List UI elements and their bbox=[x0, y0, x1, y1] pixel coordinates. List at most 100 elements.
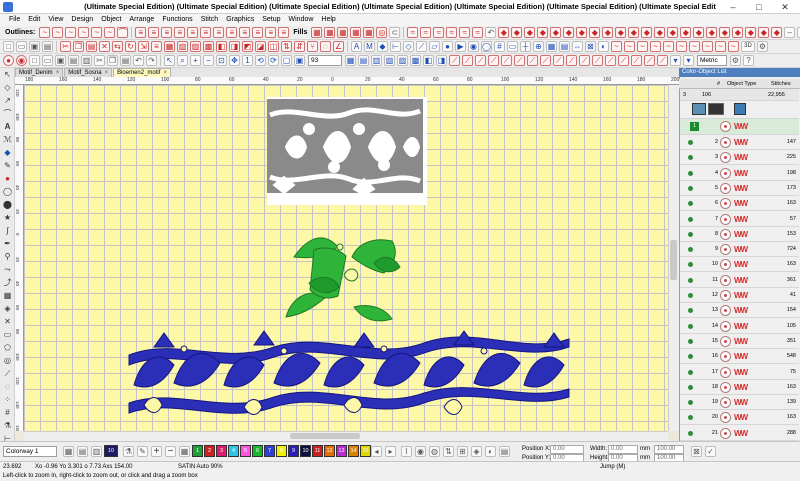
proportional-lock-icon[interactable]: ⊠ bbox=[691, 446, 702, 457]
undo-icon[interactable]: ↶ bbox=[133, 55, 144, 66]
node-select-icon[interactable]: ↗ bbox=[2, 95, 13, 106]
color-swatch-4[interactable]: 4 bbox=[228, 445, 239, 457]
applique-c-icon[interactable]: ◆ bbox=[524, 27, 536, 38]
node-edit-icon[interactable]: ◇ bbox=[403, 41, 414, 52]
weld-icon[interactable]: ◧ bbox=[216, 41, 227, 52]
stitch-tool-j-icon[interactable]: ~ bbox=[728, 41, 739, 52]
color-list-icon[interactable]: ▤ bbox=[77, 446, 88, 457]
close-tab-icon[interactable]: × bbox=[163, 69, 167, 77]
view-g-icon[interactable]: ◧ bbox=[423, 55, 434, 66]
color-swatch-11[interactable]: 11 bbox=[312, 445, 323, 457]
color-swatch-14[interactable]: 14 bbox=[348, 445, 359, 457]
open-doc-icon[interactable]: ▭ bbox=[42, 55, 53, 66]
object-row[interactable]: 20 WW 163 bbox=[680, 410, 799, 426]
color-picker-tool-icon[interactable]: ✎ bbox=[137, 446, 148, 457]
visibility-dot-icon[interactable] bbox=[688, 384, 693, 390]
color-swatch-13[interactable]: 13 bbox=[336, 445, 347, 457]
thread-b-icon[interactable]: ⟋ bbox=[462, 55, 473, 66]
applique-r-icon[interactable]: ◆ bbox=[719, 27, 731, 38]
knife-tool-icon[interactable]: ⟋ bbox=[2, 368, 13, 379]
ruler-icon[interactable]: ▭ bbox=[507, 41, 518, 52]
minimize-button[interactable]: – bbox=[720, 0, 746, 14]
guides-icon[interactable]: ┼ bbox=[520, 41, 531, 52]
mesh-icon[interactable]: # bbox=[2, 407, 13, 418]
visibility-dot-icon[interactable] bbox=[688, 155, 693, 161]
density-icon[interactable]: ▦ bbox=[546, 41, 557, 52]
menu-window[interactable]: Window bbox=[285, 14, 318, 26]
object-row[interactable]: 11 WW 361 bbox=[680, 273, 799, 288]
polygon-tool-icon[interactable]: ⬠ bbox=[2, 342, 13, 353]
menu-file[interactable]: File bbox=[5, 14, 24, 26]
undo-arrow-icon[interactable]: ↶ bbox=[485, 27, 497, 38]
visibility-dot-icon[interactable] bbox=[688, 231, 693, 237]
grid-icon[interactable]: # bbox=[494, 41, 505, 52]
delete-icon[interactable]: ✕ bbox=[99, 41, 110, 52]
object-row[interactable]: 18 WW 163 bbox=[680, 380, 799, 395]
fill-pattern-icon[interactable]: ▦ bbox=[337, 27, 349, 38]
applique-f-icon[interactable]: ◆ bbox=[563, 27, 575, 38]
close-tab-icon[interactable]: × bbox=[105, 69, 109, 77]
view-b-icon[interactable]: ▤ bbox=[358, 55, 369, 66]
menu-object[interactable]: Object bbox=[97, 14, 125, 26]
triple-stitch-icon[interactable]: ~ bbox=[52, 27, 64, 38]
fill-motif-icon[interactable]: ▦ bbox=[350, 27, 362, 38]
menu-functions[interactable]: Functions bbox=[158, 14, 196, 26]
position-x-field[interactable]: 0.00 bbox=[550, 445, 584, 454]
visibility-dot-icon[interactable] bbox=[688, 369, 693, 375]
object-row[interactable]: 13 WW 154 bbox=[680, 303, 799, 319]
underlay-icon[interactable]: ▤ bbox=[559, 41, 570, 52]
color-swatch-6[interactable]: 6 bbox=[252, 445, 263, 457]
visibility-dot-icon[interactable] bbox=[688, 338, 693, 344]
fill-cross-icon[interactable]: ▦ bbox=[363, 27, 375, 38]
combine-icon[interactable]: ▩ bbox=[203, 41, 214, 52]
fill-spiral-icon[interactable]: ≈ bbox=[446, 27, 458, 38]
stitch-tool-c-icon[interactable]: ~ bbox=[637, 41, 648, 52]
object-row[interactable]: 6 WW 163 bbox=[680, 196, 799, 212]
menu-graphics[interactable]: Graphics bbox=[222, 14, 258, 26]
cross-stitch-icon[interactable]: ✕ bbox=[2, 316, 13, 327]
color-picker-icon[interactable]: ● bbox=[442, 41, 453, 52]
window-min-icon[interactable]: – bbox=[784, 27, 796, 38]
ellipse-tool-icon[interactable]: ◯ bbox=[2, 186, 13, 197]
print-doc-icon[interactable]: ▤ bbox=[68, 55, 79, 66]
mirror-icon[interactable]: ⇆ bbox=[112, 41, 123, 52]
wilcom-logo-icon[interactable]: ● bbox=[3, 55, 14, 66]
eraser-icon[interactable]: ▱ bbox=[429, 41, 440, 52]
close-tab-icon[interactable]: × bbox=[56, 69, 60, 77]
color-wheel-icon[interactable]: ◍ bbox=[429, 446, 440, 457]
stitch-player-icon[interactable]: ▶ bbox=[455, 41, 466, 52]
paste-doc-icon[interactable]: ▤ bbox=[120, 55, 131, 66]
applique-s-icon[interactable]: ◆ bbox=[732, 27, 744, 38]
color-blend-icon[interactable]: ◐ bbox=[485, 446, 496, 457]
column-c-icon[interactable]: ≡ bbox=[161, 27, 173, 38]
object-row[interactable]: 16 WW 548 bbox=[680, 349, 799, 365]
print-preview-icon[interactable]: ▥ bbox=[81, 55, 92, 66]
column-i-icon[interactable]: ≡ bbox=[239, 27, 251, 38]
object-row[interactable]: 2 WW 147 bbox=[680, 135, 799, 150]
thread-m-icon[interactable]: ⟋ bbox=[605, 55, 616, 66]
run-tool-icon[interactable]: ⤳ bbox=[2, 264, 13, 275]
applique-i-icon[interactable]: ◆ bbox=[602, 27, 614, 38]
stitch-tool-g-icon[interactable]: ~ bbox=[689, 41, 700, 52]
column-l-icon[interactable]: ≡ bbox=[278, 27, 290, 38]
fill-stipple-icon[interactable]: ≈ bbox=[420, 27, 432, 38]
remove-color-icon[interactable]: − bbox=[165, 446, 176, 457]
thread-h-icon[interactable]: ⟋ bbox=[540, 55, 551, 66]
blue-border-motif[interactable] bbox=[128, 330, 570, 415]
eyedropper-color-icon[interactable]: ⚗ bbox=[123, 446, 134, 457]
close-button[interactable]: ✕ bbox=[772, 0, 798, 14]
object-row[interactable]: 21 WW 288 bbox=[680, 426, 799, 441]
view-d-icon[interactable]: ▧ bbox=[384, 55, 395, 66]
e-stitch-icon[interactable]: ~ bbox=[104, 27, 116, 38]
visibility-dot-icon[interactable] bbox=[688, 400, 693, 406]
color-swatch-10[interactable]: 10 bbox=[300, 445, 311, 457]
menu-view[interactable]: View bbox=[44, 14, 67, 26]
fill-holes-icon[interactable]: ◌ bbox=[320, 41, 331, 52]
bling-icon[interactable]: ⁘ bbox=[2, 394, 13, 405]
applique-v-icon[interactable]: ◆ bbox=[771, 27, 783, 38]
swatch-prev-icon[interactable]: ◂ bbox=[371, 446, 382, 457]
color-swatch-7[interactable]: 7 bbox=[264, 445, 275, 457]
visibility-dot-icon[interactable] bbox=[688, 262, 693, 268]
menu-design[interactable]: Design bbox=[67, 14, 97, 26]
thread-j-icon[interactable]: ⟋ bbox=[566, 55, 577, 66]
